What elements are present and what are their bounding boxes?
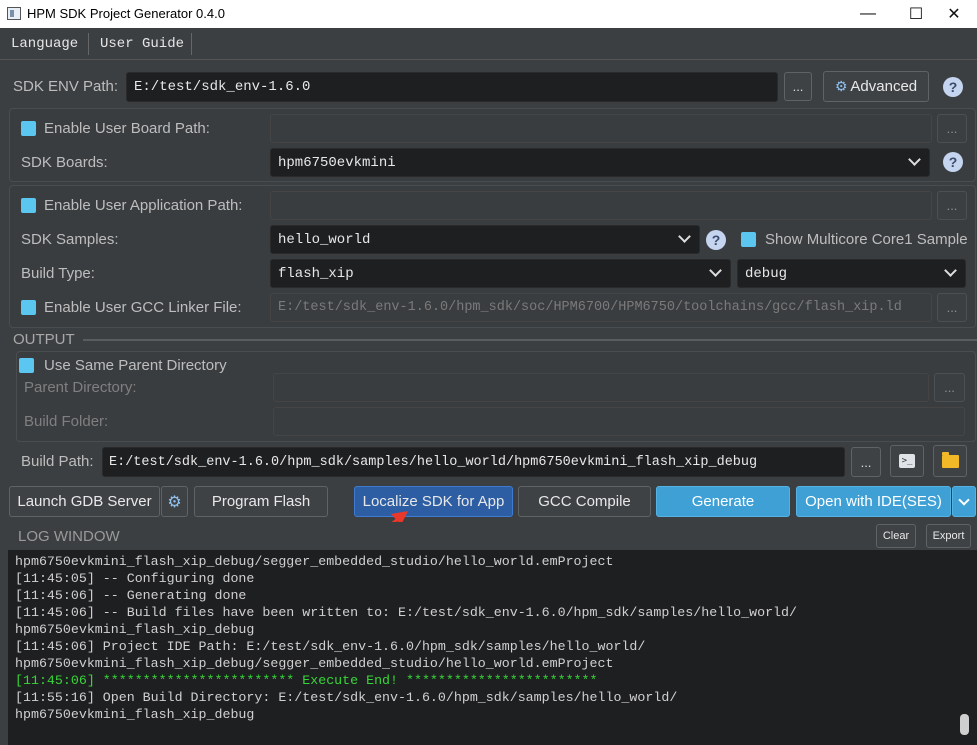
build-mode-select[interactable]: debug: [737, 259, 966, 288]
sdk-env-label: SDK ENV Path:: [13, 78, 119, 95]
build-mode-value: debug: [745, 265, 788, 282]
log-output[interactable]: hpm6750evkmini_flash_xip_debug/segger_em…: [8, 550, 977, 745]
minimize-button[interactable]: —: [845, 0, 891, 28]
enable-user-board-checkbox[interactable]: [21, 121, 36, 136]
log-line: [11:45:06] ************************ Exec…: [15, 673, 598, 688]
close-button[interactable]: ✕: [931, 0, 977, 28]
build-folder-label: Build Folder:: [24, 413, 109, 430]
folder-icon: [941, 451, 959, 468]
show-multicore-label: Show Multicore Core1 Sample: [765, 231, 968, 248]
build-path-field[interactable]: E:/test/sdk_env-1.6.0/hpm_sdk/samples/he…: [102, 447, 845, 477]
menu-separator: [88, 33, 89, 55]
chevron-down-icon: [944, 264, 957, 277]
open-folder-button[interactable]: [933, 445, 967, 477]
log-clear-button[interactable]: Clear: [876, 524, 916, 548]
user-board-browse-button[interactable]: ...: [937, 114, 967, 143]
parent-dir-field[interactable]: [273, 373, 929, 402]
log-line: hpm6750evkmini_flash_xip_debug/segger_em…: [15, 656, 614, 671]
sdk-samples-label: SDK Samples:: [21, 231, 119, 248]
gear-icon: ⚙: [834, 78, 848, 94]
enable-gcc-linker-label: Enable User GCC Linker File:: [44, 299, 242, 316]
log-line: [11:45:05] -- Configuring done: [15, 571, 255, 586]
log-line: [11:45:06] Project IDE Path: E:/test/sdk…: [15, 639, 646, 654]
log-line: hpm6750evkmini_flash_xip_debug: [15, 707, 255, 722]
menu-separator: [191, 33, 192, 55]
enable-user-app-label: Enable User Application Path:: [44, 197, 243, 214]
user-app-path-field[interactable]: [270, 191, 932, 220]
log-line: hpm6750evkmini_flash_xip_debug: [15, 622, 255, 637]
log-line: [11:45:06] -- Generating done: [15, 588, 247, 603]
output-divider: [83, 339, 977, 341]
build-type-label: Build Type:: [21, 265, 95, 282]
log-scrollbar-thumb[interactable]: [960, 714, 969, 735]
gcc-linker-browse-button[interactable]: ...: [937, 293, 967, 322]
chevron-down-icon: [709, 264, 722, 277]
chevron-down-icon: [958, 493, 970, 506]
log-line: [11:45:06] -- Build files have been writ…: [15, 605, 797, 620]
sdk-boards-select[interactable]: hpm6750evkmini: [270, 148, 930, 177]
log-line: hpm6750evkmini_flash_xip_debug/segger_em…: [15, 554, 614, 569]
generate-button[interactable]: Generate: [656, 486, 790, 517]
build-folder-field[interactable]: [273, 407, 965, 436]
sdk-env-browse-button[interactable]: ...: [784, 72, 812, 101]
open-ide-dropdown-button[interactable]: [952, 486, 976, 517]
menu-user-guide[interactable]: User Guide: [100, 36, 184, 52]
log-export-button[interactable]: Export: [926, 524, 971, 548]
use-same-parent-label: Use Same Parent Directory: [44, 357, 227, 374]
use-same-parent-checkbox[interactable]: [19, 358, 34, 373]
launch-gdb-server-button[interactable]: Launch GDB Server: [9, 486, 160, 517]
title-bar: HPM SDK Project Generator 0.4.0 — ☐ ✕: [0, 0, 977, 28]
gear-icon: ⚙: [167, 493, 182, 511]
log-window-title: LOG WINDOW: [18, 528, 120, 545]
advanced-label: Advanced: [850, 78, 918, 95]
open-terminal-button[interactable]: >_: [890, 445, 924, 477]
build-type-select[interactable]: flash_xip: [270, 259, 731, 288]
enable-gcc-linker-checkbox[interactable]: [21, 300, 36, 315]
log-line: [11:55:16] Open Build Directory: E:/test…: [15, 690, 678, 705]
enable-user-app-checkbox[interactable]: [21, 198, 36, 213]
sdk-env-path-field[interactable]: E:/test/sdk_env-1.6.0: [126, 72, 778, 102]
log-window-header: [8, 522, 977, 550]
window-title: HPM SDK Project Generator 0.4.0: [27, 6, 225, 21]
advanced-button[interactable]: ⚙ Advanced: [823, 71, 929, 102]
sdk-samples-help-icon[interactable]: ?: [706, 230, 726, 250]
chevron-down-icon: [678, 230, 691, 243]
app-icon: [7, 7, 21, 20]
build-type-value: flash_xip: [278, 265, 354, 282]
user-board-path-field[interactable]: [270, 114, 932, 143]
gcc-compile-button[interactable]: GCC Compile: [518, 486, 651, 517]
parent-dir-browse-button[interactable]: ...: [934, 373, 965, 402]
gdb-settings-button[interactable]: ⚙: [161, 486, 188, 517]
sdk-samples-select[interactable]: hello_world: [270, 225, 700, 254]
menu-language[interactable]: Language: [11, 36, 78, 52]
menu-bar: Language User Guide: [0, 28, 977, 60]
sdk-boards-help-icon[interactable]: ?: [943, 152, 963, 172]
sdk-boards-value: hpm6750evkmini: [278, 154, 396, 171]
parent-dir-label: Parent Directory:: [24, 379, 137, 396]
sdk-env-help-icon[interactable]: ?: [943, 77, 963, 97]
sdk-boards-label: SDK Boards:: [21, 154, 108, 171]
build-path-label: Build Path:: [21, 453, 94, 470]
show-multicore-checkbox[interactable]: [741, 232, 756, 247]
open-with-ide-button[interactable]: Open with IDE(SES): [796, 486, 951, 517]
sdk-samples-value: hello_world: [278, 231, 371, 248]
gcc-linker-path-field[interactable]: E:/test/sdk_env-1.6.0/hpm_sdk/soc/HPM670…: [270, 293, 932, 322]
user-app-browse-button[interactable]: ...: [937, 191, 967, 220]
chevron-down-icon: [908, 153, 921, 166]
terminal-icon: >_: [899, 454, 915, 468]
output-section-title: OUTPUT: [13, 331, 75, 348]
program-flash-button[interactable]: Program Flash: [194, 486, 328, 517]
build-path-browse-button[interactable]: ...: [851, 447, 881, 477]
enable-user-board-label: Enable User Board Path:: [44, 120, 210, 137]
